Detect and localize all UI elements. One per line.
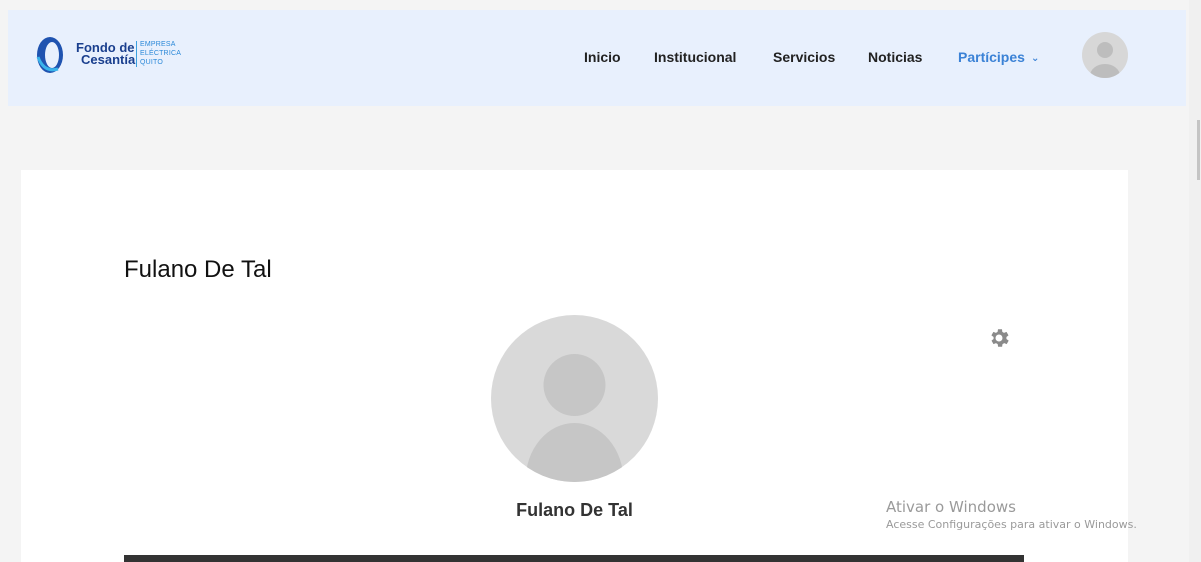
logo-text-line2: Cesantía xyxy=(81,52,136,67)
profile-avatar xyxy=(491,315,658,482)
nav-item-inicio[interactable]: Inicio xyxy=(584,49,621,65)
windows-activation-watermark: Ativar o Windows Acesse Configurações pa… xyxy=(886,497,1137,533)
nav-item-servicios[interactable]: Servicios xyxy=(773,49,835,65)
logo-sub-line2: ELÉCTRICA xyxy=(140,50,182,57)
logo-separator xyxy=(136,41,137,67)
content-bar xyxy=(124,555,1024,562)
nav-item-institucional[interactable]: Institucional xyxy=(654,49,736,65)
nav-item-noticias[interactable]: Noticias xyxy=(868,49,922,65)
logo-sub-line3: QUITO xyxy=(140,59,164,66)
watermark-subtitle: Acesse Configurações para ativar o Windo… xyxy=(886,518,1137,531)
logo-ring-icon xyxy=(36,37,63,73)
scrollbar-thumb[interactable] xyxy=(1197,120,1200,180)
gear-icon[interactable] xyxy=(987,326,1011,350)
logo-sub-line1: EMPRESA xyxy=(140,41,176,48)
page-scrollbar[interactable] xyxy=(1189,0,1201,562)
site-header: Fondo de Cesantía EMPRESA ELÉCTRICA QUIT… xyxy=(8,10,1186,106)
user-avatar-button[interactable] xyxy=(1082,32,1128,78)
brand-logo[interactable]: Fondo de Cesantía EMPRESA ELÉCTRICA QUIT… xyxy=(34,35,184,75)
nav-item-participes-label: Partícipes xyxy=(958,49,1025,65)
nav-item-participes[interactable]: Partícipes ⌄ xyxy=(958,49,1039,65)
watermark-title: Ativar o Windows xyxy=(886,498,1016,516)
chevron-down-icon: ⌄ xyxy=(1030,53,1040,64)
user-avatar-icon xyxy=(1090,42,1120,78)
user-avatar-icon xyxy=(525,354,624,482)
page-title: Fulano De Tal xyxy=(124,256,272,283)
